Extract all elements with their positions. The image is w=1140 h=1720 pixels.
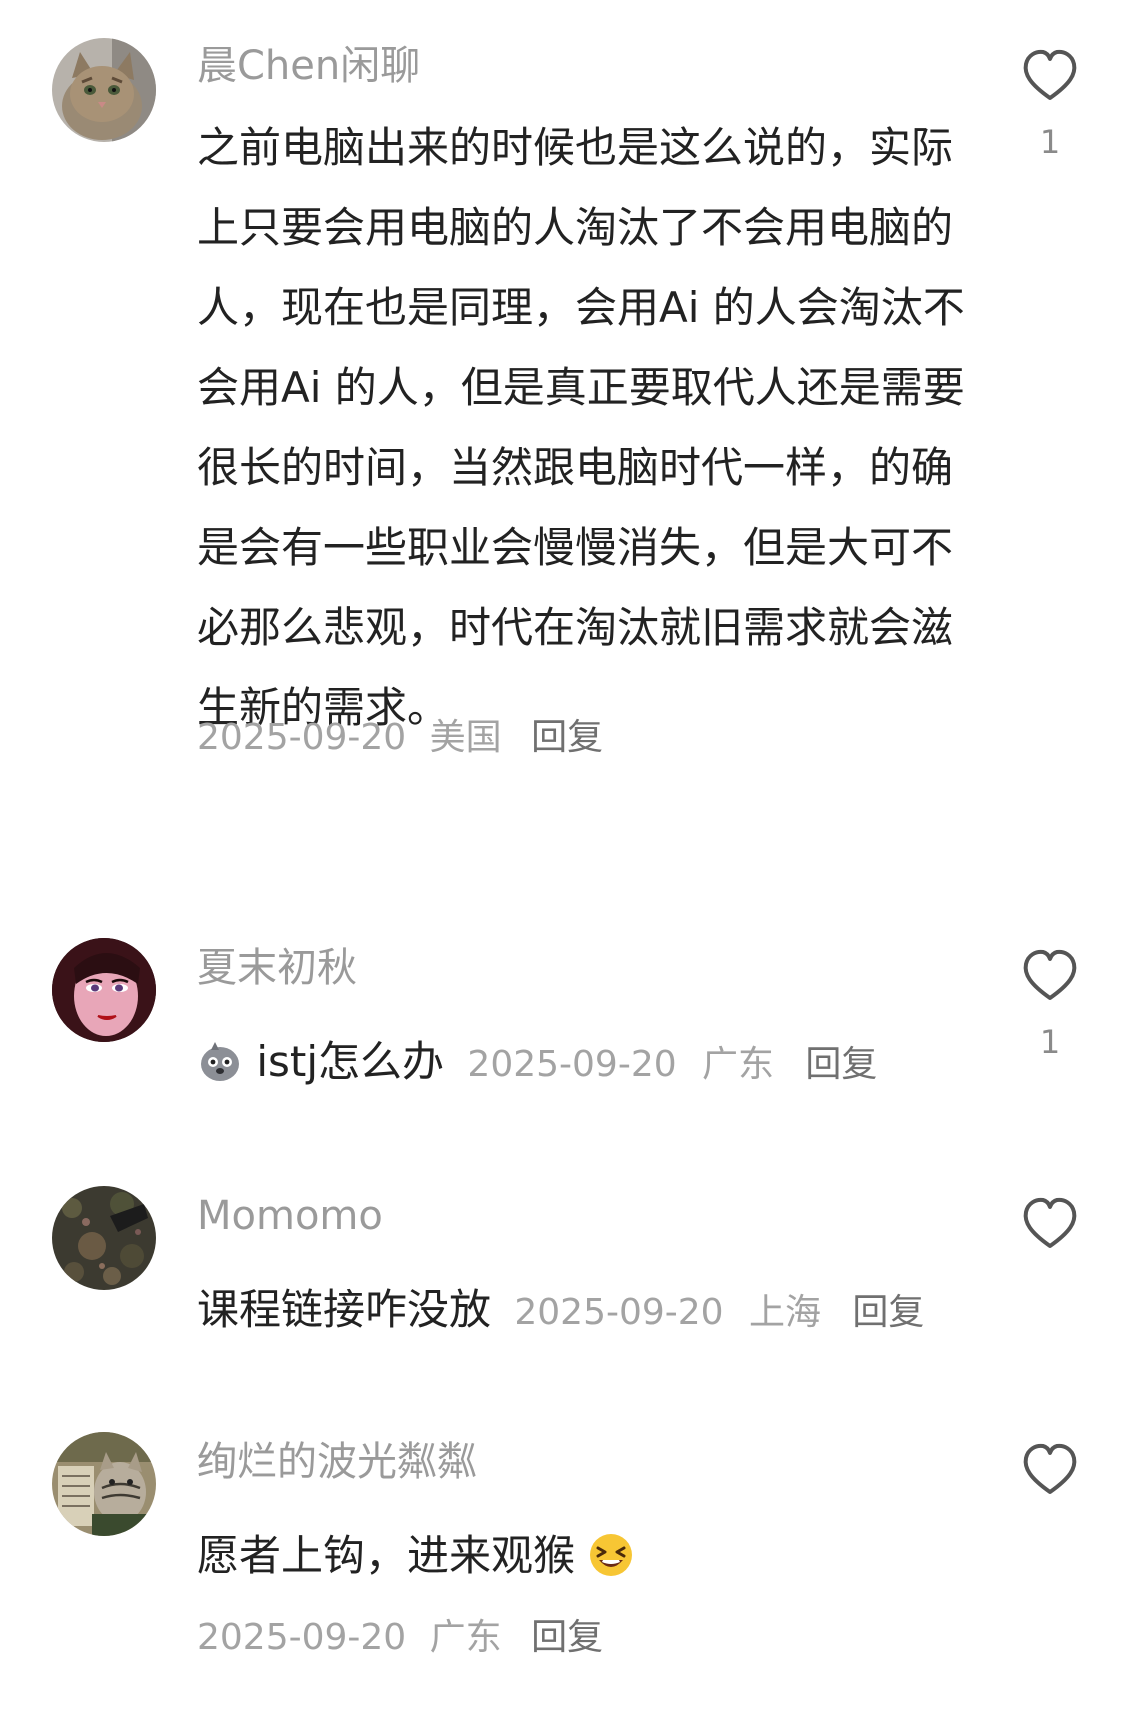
like-button[interactable] bbox=[1020, 46, 1080, 106]
laughing-emoji-icon bbox=[588, 1532, 634, 1578]
comment-username[interactable]: 夏末初秋 bbox=[197, 944, 357, 992]
heart-icon bbox=[1023, 949, 1077, 1000]
comment-username[interactable]: 绚烂的波光粼粼 bbox=[197, 1438, 477, 1486]
cartoon-woman-avatar-icon[interactable] bbox=[52, 938, 156, 1042]
heart-icon bbox=[1023, 1443, 1077, 1494]
comment-body-line: 愿者上钩，进来观猴 bbox=[197, 1526, 634, 1586]
comment-location: 广东 bbox=[702, 1044, 775, 1085]
comment-date: 2025-09-20 bbox=[514, 1292, 724, 1333]
dark-photo-avatar-icon[interactable] bbox=[52, 1186, 156, 1290]
comment-text: 课程链接咋没放 bbox=[197, 1285, 492, 1334]
like-count: 1 bbox=[1039, 1023, 1061, 1061]
heart-icon bbox=[1023, 49, 1077, 100]
comment-date: 2025-09-20 bbox=[197, 1617, 407, 1658]
like-button[interactable] bbox=[1020, 1194, 1080, 1254]
comment-date: 2025-09-20 bbox=[467, 1044, 677, 1085]
pigeon-emoji-icon bbox=[197, 1038, 243, 1084]
comment-text: 之前电脑出来的时候也是这么说的，实际上只要会用电脑的人淘汰了不会用电脑的人，现在… bbox=[197, 123, 965, 732]
comment-body-line: istj怎么办 2025-09-20 广东 回复 bbox=[197, 1032, 877, 1095]
heart-icon bbox=[1023, 1197, 1077, 1248]
like-button[interactable] bbox=[1020, 1440, 1080, 1500]
comment-username[interactable]: 晨Chen闲聊 bbox=[197, 42, 420, 90]
comment-meta: 2025-09-20 广东 回复 bbox=[197, 1614, 603, 1662]
like-count: 1 bbox=[1039, 123, 1061, 161]
comment-date: 2025-09-20 bbox=[197, 717, 407, 758]
like-button[interactable] bbox=[1020, 946, 1080, 1006]
comment-text: 愿者上钩，进来观猴 bbox=[197, 1531, 576, 1580]
reply-button[interactable]: 回复 bbox=[531, 1617, 603, 1658]
comment-body-line: 课程链接咋没放 2025-09-20 上海 回复 bbox=[197, 1280, 924, 1343]
comment-meta: 2025-09-20 美国 回复 bbox=[197, 714, 603, 762]
cat-avatar-icon[interactable] bbox=[52, 38, 156, 142]
reply-button[interactable]: 回复 bbox=[531, 717, 603, 758]
comment-location: 上海 bbox=[748, 1292, 821, 1333]
reply-button[interactable]: 回复 bbox=[805, 1044, 877, 1085]
reply-button[interactable]: 回复 bbox=[852, 1292, 924, 1333]
cat-newspaper-avatar-icon[interactable] bbox=[52, 1432, 156, 1536]
comment-location: 广东 bbox=[429, 1617, 502, 1658]
comment-location: 美国 bbox=[429, 717, 502, 758]
comment-text: istj怎么办 bbox=[256, 1037, 445, 1086]
comment-username[interactable]: Momomo bbox=[197, 1192, 383, 1240]
